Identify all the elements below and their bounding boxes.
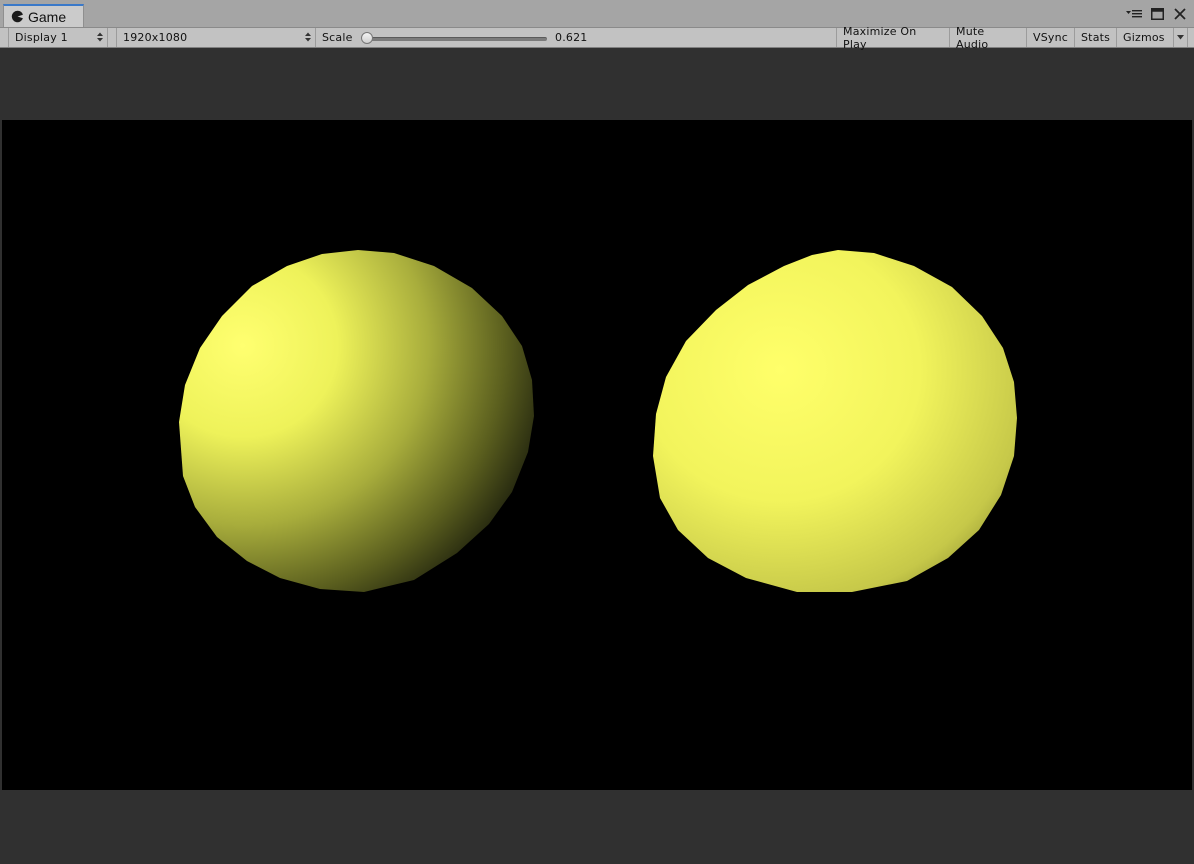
- tab-game[interactable]: Game: [3, 4, 84, 27]
- maximize-icon[interactable]: [1149, 6, 1165, 21]
- dropdown-arrows-icon: [305, 32, 311, 42]
- tab-game-label: Game: [28, 8, 67, 25]
- display-dropdown[interactable]: Display 1: [8, 28, 108, 47]
- scale-label: Scale: [322, 31, 353, 44]
- gizmos-dropdown-arrow[interactable]: [1174, 28, 1188, 47]
- sphere-left[interactable]: [179, 250, 534, 592]
- bottom-padding: [0, 790, 1194, 864]
- game-render: [179, 250, 1017, 592]
- scale-slider-thumb[interactable]: [361, 32, 373, 44]
- dropdown-arrows-icon: [97, 32, 103, 42]
- game-toolbar: Display 1 1920x1080 Scale 0.621 Maximize…: [0, 25, 1194, 51]
- game-icon: [11, 10, 24, 23]
- gizmos-toggle[interactable]: Gizmos: [1117, 28, 1174, 47]
- tab-menu-icon[interactable]: [1126, 6, 1142, 21]
- vsync-toggle[interactable]: VSync: [1027, 28, 1075, 47]
- chevron-down-icon: [1177, 35, 1184, 40]
- maximize-on-play-toggle[interactable]: Maximize On Play: [836, 25, 950, 51]
- display-dropdown-label: Display 1: [15, 31, 68, 44]
- mute-audio-toggle[interactable]: Mute Audio: [950, 25, 1027, 51]
- resolution-dropdown[interactable]: 1920x1080: [116, 28, 316, 47]
- close-icon[interactable]: [1172, 6, 1188, 21]
- resolution-dropdown-label: 1920x1080: [123, 31, 188, 44]
- stats-toggle[interactable]: Stats: [1075, 28, 1117, 47]
- game-viewport[interactable]: [2, 120, 1192, 790]
- sphere-right[interactable]: [653, 250, 1017, 592]
- scale-slider-track[interactable]: [366, 37, 547, 41]
- scale-value: 0.621: [555, 31, 588, 44]
